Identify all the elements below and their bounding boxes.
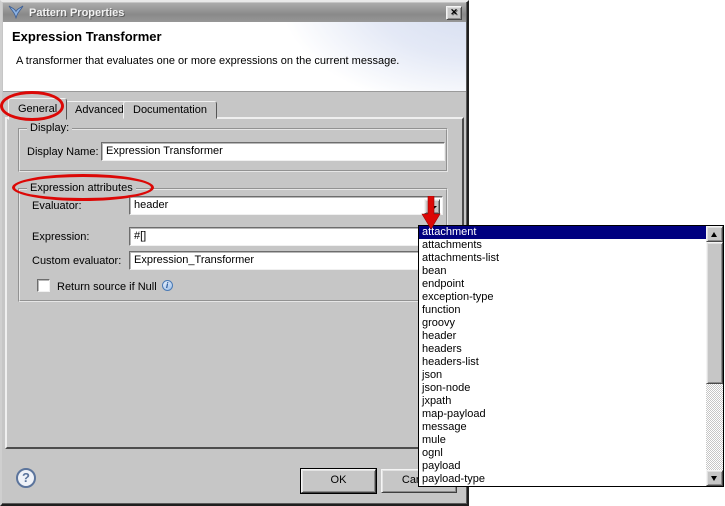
dropdown-item[interactable]: ognl: [419, 447, 706, 460]
title-bar[interactable]: Pattern Properties ✕: [3, 3, 466, 22]
dropdown-item[interactable]: message: [419, 421, 706, 434]
page-description: A transformer that evaluates one or more…: [16, 55, 399, 67]
dropdown-item[interactable]: map-payload: [419, 408, 706, 421]
dropdown-item[interactable]: headers-list: [419, 356, 706, 369]
dropdown-item[interactable]: attachments-list: [419, 252, 706, 265]
tab-general-label: General: [18, 103, 57, 115]
tab-general[interactable]: General: [8, 98, 67, 120]
pattern-properties-dialog: Pattern Properties ✕ Expression Transfor…: [0, 0, 469, 506]
dropdown-item[interactable]: payload-type: [419, 473, 706, 486]
page-title: Expression Transformer: [12, 29, 162, 44]
tab-documentation[interactable]: Documentation: [123, 101, 217, 119]
dropdown-item[interactable]: bean: [419, 265, 706, 278]
page-background: { "window": { "title": "Pattern Properti…: [0, 0, 725, 506]
window-title: Pattern Properties: [29, 7, 124, 19]
tab-advanced-label: Advanced: [75, 104, 124, 116]
dropdown-item[interactable]: attachment: [419, 226, 706, 239]
dropdown-item[interactable]: endpoint: [419, 278, 706, 291]
dropdown-item[interactable]: jxpath: [419, 395, 706, 408]
dropdown-item[interactable]: json-node: [419, 382, 706, 395]
dropdown-item[interactable]: function: [419, 304, 706, 317]
dropdown-item[interactable]: attachments: [419, 239, 706, 252]
dialog-banner: Expression Transformer A transformer tha…: [3, 22, 466, 92]
evaluator-dropdown-list: attachmentattachmentsattachments-listbea…: [418, 225, 724, 487]
mule-logo-icon: [8, 5, 24, 20]
dropdown-item[interactable]: exception-type: [419, 291, 706, 304]
dropdown-item[interactable]: json: [419, 369, 706, 382]
help-icon[interactable]: ?: [16, 468, 36, 488]
tab-content-panel: [5, 117, 464, 449]
scroll-up-icon: [711, 232, 717, 237]
scroll-down-button[interactable]: [706, 470, 723, 486]
dropdown-item[interactable]: payload: [419, 460, 706, 473]
dropdown-items: attachmentattachmentsattachments-listbea…: [419, 226, 706, 486]
dropdown-item[interactable]: groovy: [419, 317, 706, 330]
scroll-down-icon: [711, 476, 717, 481]
dropdown-item[interactable]: headers: [419, 343, 706, 356]
dropdown-item[interactable]: mule: [419, 434, 706, 447]
ok-button[interactable]: OK: [301, 469, 376, 493]
scrollbar-thumb[interactable]: [706, 242, 723, 384]
scroll-up-button[interactable]: [706, 226, 723, 242]
tab-documentation-label: Documentation: [133, 104, 207, 116]
close-icon[interactable]: ✕: [446, 6, 462, 20]
dropdown-scrollbar[interactable]: [706, 226, 723, 486]
dropdown-item[interactable]: header: [419, 330, 706, 343]
